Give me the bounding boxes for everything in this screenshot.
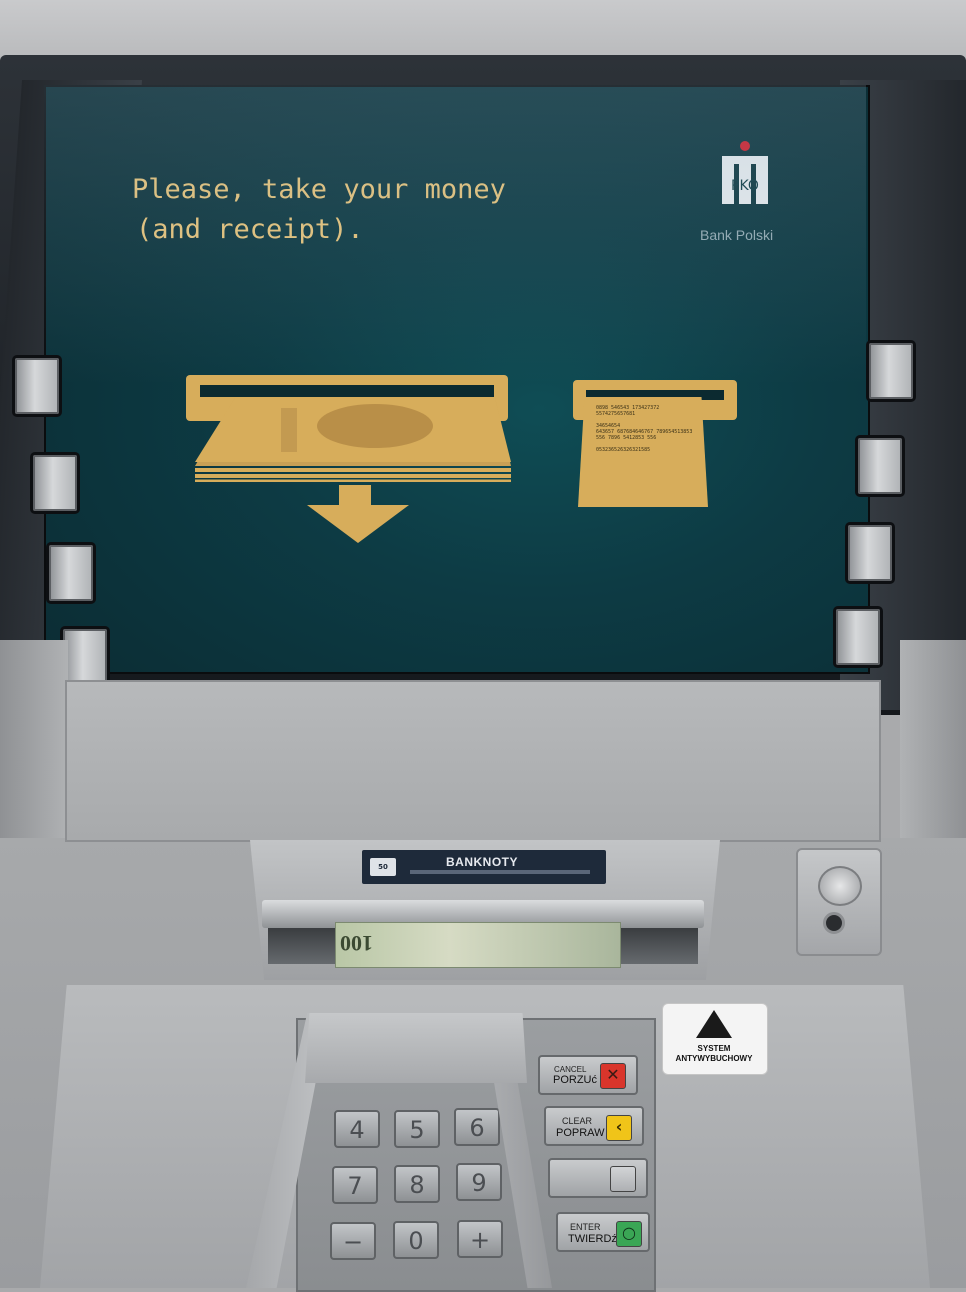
cancel-button[interactable]: CANCEL PORZUć ✕ [538,1055,638,1095]
fdk-right-2[interactable] [855,435,905,497]
receipt-icon: 0898 546543 173427372 5574275657681 3465… [578,397,708,507]
cash-stack-icon [195,398,511,482]
sticker-line2: ANTYWYBUCHOWY [675,1054,753,1063]
key-8[interactable]: 8 [394,1165,440,1203]
enter-label-pl: TWIERDź [568,1233,617,1245]
explosion-warning-icon [696,1010,732,1038]
take-receipt-message: (and receipt). [136,214,364,245]
logo-letters: PKO [731,178,759,194]
receipt-line: 053236526326321585 [596,447,651,453]
banknote-icon: 50 [370,858,396,876]
key-4[interactable]: 4 [334,1110,380,1148]
sticker-line1: SYSTEM [697,1044,731,1053]
cancel-x-icon: ✕ [600,1063,626,1089]
key-minus[interactable]: − [330,1222,376,1260]
banknoty-label: BANKNOTY [446,855,518,869]
fdk-right-3[interactable] [845,522,895,584]
key-6[interactable]: 6 [454,1108,500,1146]
blank-function-button[interactable] [548,1158,648,1198]
enter-label-en: ENTER [570,1222,601,1232]
blank-key-icon [610,1166,636,1192]
key-7[interactable]: 7 [332,1166,378,1204]
dispenser-indicator-bar [410,870,590,874]
cancel-label-en: CANCEL [554,1065,587,1074]
cancel-label-pl: PORZUć [553,1074,597,1086]
privacy-hood-top [305,1013,527,1083]
pko-logo-icon: PKO [722,141,768,204]
fdk-left-2[interactable] [30,452,80,514]
clear-button[interactable]: CLEAR POPRAW ‹ [544,1106,644,1146]
down-arrow-head [307,505,409,543]
banknote[interactable] [335,922,621,968]
atm-top-panel [0,0,966,60]
take-money-message: Please, take your money [132,174,506,205]
fdk-left-1[interactable] [12,355,62,417]
key-5[interactable]: 5 [394,1110,440,1148]
fdk-right-4[interactable] [833,606,883,668]
enter-button[interactable]: ENTER TWIERDź ○ [556,1212,650,1252]
enter-o-icon: ○ [616,1221,642,1247]
key-0[interactable]: 0 [393,1221,439,1259]
fascia-panel [65,680,881,842]
clear-label-pl: POPRAW [556,1127,605,1139]
fdk-right-1[interactable] [866,340,916,402]
banknote-icon-text: 50 [378,863,388,871]
fdk-left-3[interactable] [46,542,96,604]
headphone-jack-icon[interactable] [823,912,845,934]
banknote-value: 100 [340,931,373,956]
key-9[interactable]: 9 [456,1163,502,1201]
sticker-text: SYSTEM ANTYWYBUCHOWY [662,1044,766,1064]
key-plus[interactable]: + [457,1220,503,1258]
clear-label-en: CLEAR [562,1116,593,1126]
clear-back-icon: ‹ [606,1115,632,1141]
assist-button[interactable] [818,866,862,906]
bank-name: Bank Polski [700,227,774,243]
